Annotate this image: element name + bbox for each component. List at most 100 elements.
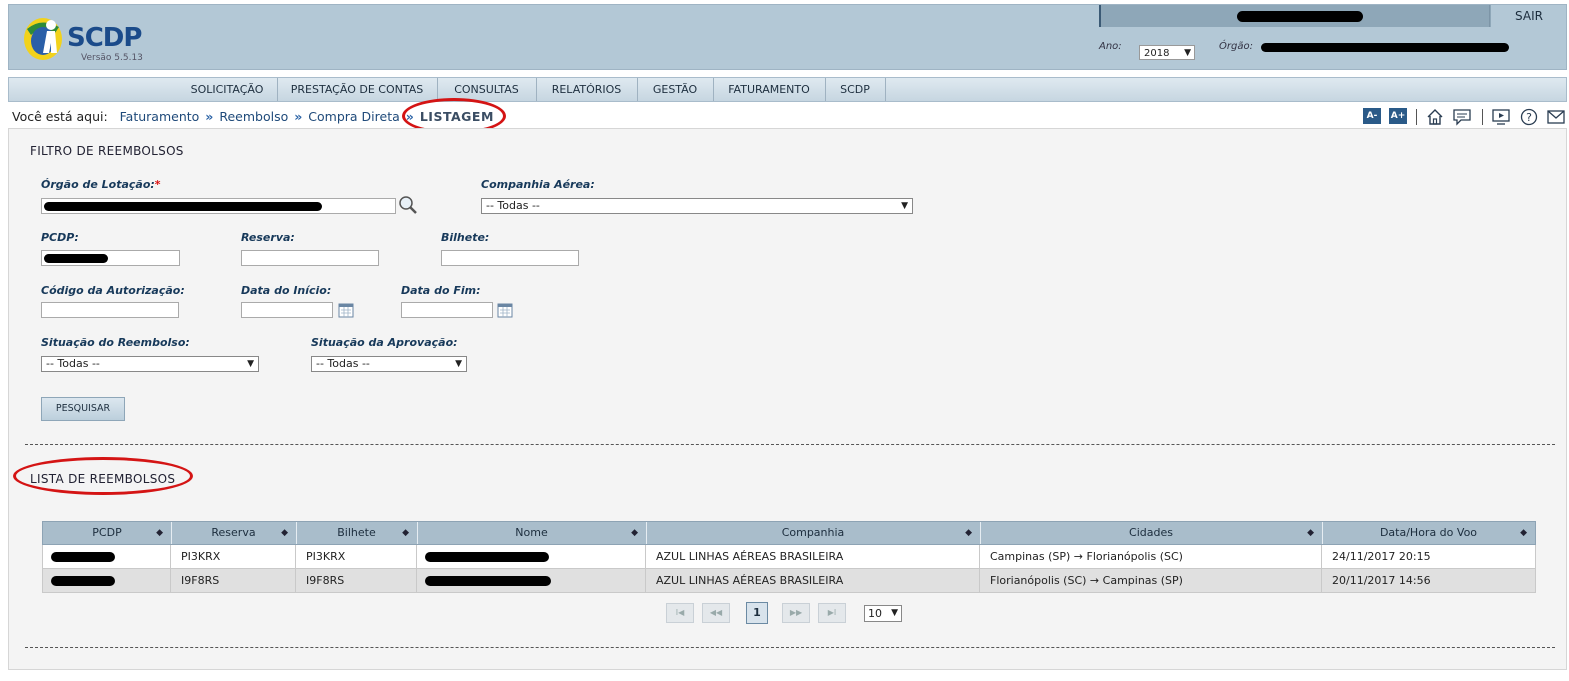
codigo-autorizacao-label: Código da Autorização: xyxy=(41,284,185,297)
cell-reserva: PI3KRX xyxy=(171,545,296,568)
section-divider xyxy=(25,647,1555,648)
year-label: Ano: xyxy=(1099,41,1122,52)
bilhete-label: Bilhete: xyxy=(441,231,490,244)
sort-icon: ◆ xyxy=(402,528,409,538)
sort-icon: ◆ xyxy=(281,528,288,538)
situacao-reembolso-select[interactable]: -- Todas -- ▼ xyxy=(41,356,259,372)
sort-icon: ◆ xyxy=(1307,528,1314,538)
situacao-aprovacao-label: Situação da Aprovação: xyxy=(311,336,458,349)
cell-cidades: Florianópolis (SC) → Campinas (SP) xyxy=(980,569,1322,592)
table-header: PCDP ◆ Reserva ◆ Bilhete ◆ Nome ◆ Companhia ◆… xyxy=(42,521,1536,545)
chevron-down-icon: ▼ xyxy=(901,201,908,211)
orgao-lotacao-input[interactable] xyxy=(41,198,396,214)
breadcrumb-reembolso[interactable]: Reembolso xyxy=(219,109,288,124)
column-header-bilhete[interactable]: Bilhete ◆ xyxy=(296,522,418,544)
redacted-orgao-value xyxy=(44,202,322,211)
cell-bilhete: PI3KRX xyxy=(296,545,417,568)
menu-faturamento[interactable]: FATURAMENTO xyxy=(713,78,826,101)
svg-text:?: ? xyxy=(1526,111,1532,124)
mail-icon[interactable] xyxy=(1547,108,1565,126)
home-icon[interactable] xyxy=(1426,108,1444,126)
situacao-reembolso-label: Situação do Reembolso: xyxy=(41,336,190,349)
help-icon[interactable]: ? xyxy=(1520,108,1538,126)
column-header-data-hora[interactable]: Data/Hora do Voo ◆ xyxy=(1322,522,1535,544)
column-header-companhia[interactable]: Companhia ◆ xyxy=(646,522,981,544)
codigo-autorizacao-input[interactable] xyxy=(41,302,179,318)
required-mark: * xyxy=(154,178,161,191)
menu-solicitacao[interactable]: SOLICITAÇÃO xyxy=(177,78,278,101)
calendar-icon[interactable] xyxy=(338,302,354,318)
cell-cidades: Campinas (SP) → Florianópolis (SC) xyxy=(980,545,1322,568)
column-header-pcdp[interactable]: PCDP ◆ xyxy=(43,522,172,544)
table-row[interactable]: PI3KRX PI3KRX AZUL LINHAS AÉREAS BRASILE… xyxy=(42,545,1536,569)
sort-icon: ◆ xyxy=(965,528,972,538)
double-chevron-icon: » xyxy=(294,109,303,124)
content-panel: FILTRO DE REEMBOLSOS Órgão de Lotação:* … xyxy=(8,128,1567,670)
toolbar: A- A+ ? xyxy=(1360,108,1565,126)
cell-nome xyxy=(417,545,646,568)
filter-section-title: FILTRO DE REEMBOLSOS xyxy=(30,144,184,158)
calendar-icon[interactable] xyxy=(497,302,513,318)
chat-icon[interactable] xyxy=(1453,108,1471,126)
redacted-nome xyxy=(425,576,551,586)
data-inicio-label: Data do Início: xyxy=(241,284,332,297)
main-menu: SOLICITAÇÃO PRESTAÇÃO DE CONTAS CONSULTA… xyxy=(8,77,1567,102)
prev-page-button[interactable]: ◀◀ xyxy=(702,603,730,623)
data-inicio-input[interactable] xyxy=(241,302,333,318)
year-select[interactable]: 2018 ▼ xyxy=(1139,45,1195,60)
pcdp-input[interactable] xyxy=(41,250,180,266)
companhia-aerea-label: Companhia Aérea: xyxy=(481,178,595,191)
redacted-pcdp-value xyxy=(44,254,108,263)
search-icon[interactable] xyxy=(398,195,418,215)
redacted-pcdp xyxy=(51,552,115,562)
bilhete-input[interactable] xyxy=(441,250,579,266)
redacted-org-name xyxy=(1261,43,1509,52)
menu-relatorios[interactable]: RELATÓRIOS xyxy=(536,78,638,101)
search-button[interactable]: PESQUISAR xyxy=(41,397,125,421)
menu-prestacao-de-contas[interactable]: PRESTAÇÃO DE CONTAS xyxy=(277,78,438,101)
reserva-input[interactable] xyxy=(241,250,379,266)
logout-button[interactable]: SAIR xyxy=(1489,5,1568,27)
cell-companhia: AZUL LINHAS AÉREAS BRASILEIRA xyxy=(646,545,980,568)
menu-gestao[interactable]: GESTÃO xyxy=(637,78,714,101)
first-page-button[interactable]: I◀ xyxy=(666,603,694,623)
font-increase-button[interactable]: A+ xyxy=(1389,108,1407,124)
column-header-cidades[interactable]: Cidades ◆ xyxy=(980,522,1323,544)
cell-reserva: I9F8RS xyxy=(171,569,296,592)
chevron-down-icon: ▼ xyxy=(1184,48,1191,58)
cell-pcdp xyxy=(43,545,171,568)
font-decrease-button[interactable]: A- xyxy=(1363,108,1381,124)
sort-icon: ◆ xyxy=(156,528,163,538)
app-version: Versão 5.5.13 xyxy=(81,53,143,63)
chevron-down-icon: ▼ xyxy=(247,359,254,369)
scdp-logo[interactable]: SCDP Versão 5.5.13 xyxy=(21,11,161,67)
column-header-reserva[interactable]: Reserva ◆ xyxy=(171,522,297,544)
cell-bilhete: I9F8RS xyxy=(296,569,417,592)
breadcrumb-compra-direta[interactable]: Compra Direta xyxy=(308,109,399,124)
current-page-button[interactable]: 1 xyxy=(746,602,768,624)
toolbar-divider xyxy=(1482,109,1483,125)
sort-icon: ◆ xyxy=(1520,528,1527,538)
logo-text: SCDP xyxy=(67,23,142,53)
breadcrumb-faturamento[interactable]: Faturamento xyxy=(120,109,200,124)
menu-scdp[interactable]: SCDP xyxy=(825,78,886,101)
cell-companhia: AZUL LINHAS AÉREAS BRASILEIRA xyxy=(646,569,980,592)
page-size-select[interactable]: 10 ▼ xyxy=(864,605,902,622)
redacted-user-name xyxy=(1237,11,1363,22)
last-page-button[interactable]: ▶I xyxy=(818,603,846,623)
app-header: SCDP Versão 5.5.13 SAIR Ano: 2018 ▼ Órgã… xyxy=(8,4,1567,70)
user-name-bar xyxy=(1099,5,1491,27)
chevron-down-icon: ▼ xyxy=(891,608,898,618)
column-header-nome[interactable]: Nome ◆ xyxy=(417,522,647,544)
video-icon[interactable] xyxy=(1492,108,1510,126)
situacao-aprovacao-select[interactable]: -- Todas -- ▼ xyxy=(311,356,467,372)
pcdp-label: PCDP: xyxy=(41,231,79,244)
data-fim-input[interactable] xyxy=(401,302,493,318)
chevron-down-icon: ▼ xyxy=(455,359,462,369)
redacted-nome xyxy=(425,552,549,562)
companhia-aerea-select[interactable]: -- Todas -- ▼ xyxy=(481,198,913,214)
orgao-lotacao-label: Órgão de Lotação:* xyxy=(41,178,161,191)
next-page-button[interactable]: ▶▶ xyxy=(782,603,810,623)
cell-pcdp xyxy=(43,569,171,592)
table-row[interactable]: I9F8RS I9F8RS AZUL LINHAS AÉREAS BRASILE… xyxy=(42,569,1536,593)
